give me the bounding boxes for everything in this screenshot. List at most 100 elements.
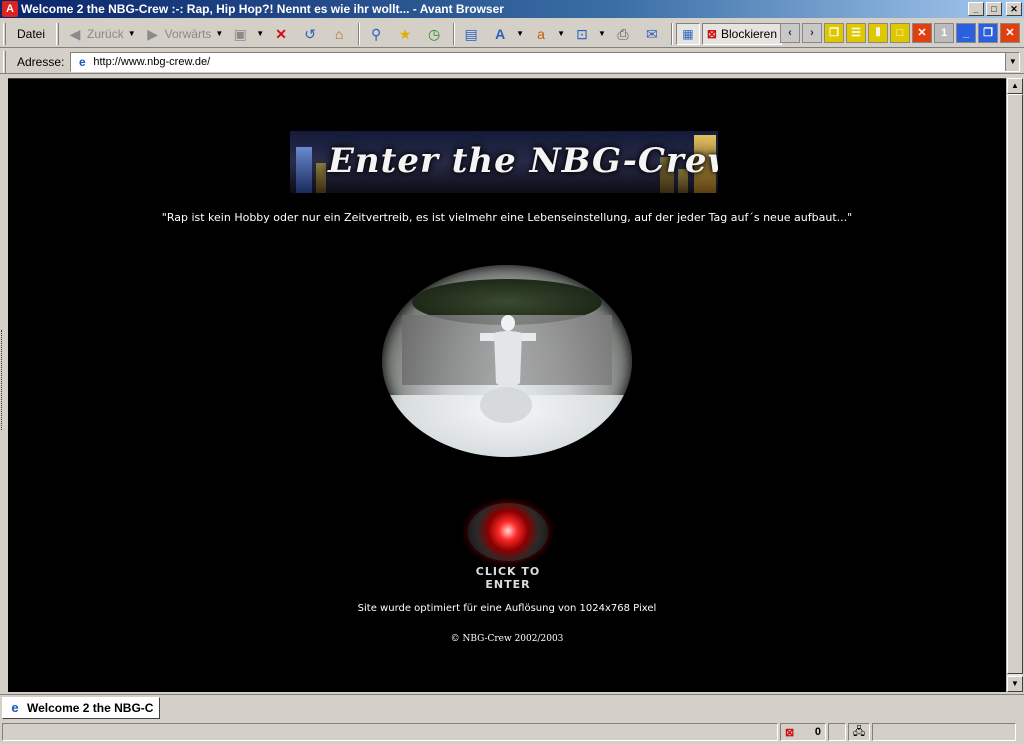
download-control-icon: ⊡ [576, 25, 588, 42]
window-list-icon: ▣ [233, 25, 247, 42]
banner-title: Enter the NBG-Crew [328, 141, 718, 181]
close-button[interactable]: ✕ [1006, 2, 1022, 16]
sidebar-handle[interactable] [1, 330, 6, 430]
back-arrow-icon: ◀ [69, 25, 81, 42]
chevron-down-icon[interactable]: ▼ [215, 29, 223, 38]
fullscreen-button[interactable]: ▤ [458, 22, 487, 46]
enter-label: CLICK TO ENTER [475, 565, 541, 591]
status-pane [828, 723, 846, 741]
minimize-tab-icon[interactable]: _ [956, 23, 976, 43]
site-banner: Enter the NBG-Crew [290, 131, 718, 193]
toolbar-grip[interactable] [3, 22, 6, 45]
tab-bar: e Welcome 2 the NBG-C [0, 694, 1024, 720]
stop-icon: ✕ [275, 25, 288, 42]
snow-figure [480, 315, 536, 423]
stop-button[interactable]: ✕ [268, 22, 297, 46]
block-icon: ⊠ [785, 726, 795, 739]
scroll-up-button[interactable]: ▲ [1007, 78, 1023, 94]
address-label: Adresse: [17, 54, 65, 69]
chevron-down-icon[interactable]: ▼ [256, 29, 264, 38]
favorites-button[interactable]: ★ [392, 22, 421, 46]
menu-file[interactable]: Datei [9, 25, 53, 43]
scroll-thumb[interactable] [1007, 94, 1023, 674]
url-value[interactable]: http://www.nbg-crew.de/ [93, 56, 1005, 68]
vertical-scrollbar[interactable]: ▲ ▼ [1006, 78, 1023, 692]
restore-tab-icon[interactable]: ❐ [978, 23, 998, 43]
page-icon: e [79, 54, 86, 69]
status-text-pane [2, 723, 778, 741]
history-button[interactable]: ◷ [421, 22, 450, 46]
popup-blocked-pane[interactable]: ⊠ 0 [780, 723, 826, 741]
quote-text: "Rap ist kein Hobby oder nur ein Zeitver… [161, 211, 853, 224]
toolbar-grip[interactable] [3, 50, 6, 73]
star-icon: ★ [398, 25, 412, 42]
close-all-icon[interactable]: ✕ [912, 23, 932, 43]
window-list-button[interactable]: ▣ ▼ [227, 22, 268, 46]
main-toolbar: Datei ◀ Zurück ▼ ▶ Vorwärts ▼ ▣ ▼ ✕ ↺ ⌂ … [0, 20, 1024, 48]
next-window-button[interactable]: › [802, 23, 822, 43]
toolbar-grip[interactable] [56, 22, 60, 45]
forward-button[interactable]: ▶ Vorwärts ▼ [140, 22, 228, 46]
chevron-down-icon[interactable]: ▼ [128, 29, 136, 38]
window-title: Welcome 2 the NBG-Crew :-: Rap, Hip Hop?… [21, 2, 504, 16]
printer-icon: ⎙ [617, 25, 629, 42]
address-bar: Adresse: e http://www.nbg-crew.de/ ▼ [0, 50, 1024, 74]
home-button[interactable]: ⌂ [326, 22, 355, 46]
avant-logo-icon: A [2, 1, 18, 17]
restore-all-icon[interactable]: □ [890, 23, 910, 43]
search-button[interactable]: ⚲ [363, 22, 392, 46]
history-icon: ◷ [428, 25, 441, 42]
block-label: Blockieren [720, 26, 778, 41]
chevron-down-icon[interactable]: ▼ [516, 29, 524, 38]
refresh-icon: ↺ [304, 25, 317, 42]
font-size-button[interactable]: A ▼ [487, 22, 528, 46]
snow-sculpture-photo [382, 265, 632, 457]
encoding-icon: a [537, 25, 545, 42]
tab-label: Welcome 2 the NBG-C [27, 700, 154, 715]
single-window-button[interactable]: 1 [934, 23, 954, 43]
copyright-text: © NBG-Crew 2002/2003 [450, 634, 564, 644]
image-icon: ▦ [682, 26, 694, 41]
download-control-button[interactable]: ⊡ ▼ [569, 22, 610, 46]
tab-welcome[interactable]: e Welcome 2 the NBG-C [2, 696, 161, 719]
chevron-down-icon[interactable]: ▼ [557, 29, 565, 38]
block-icon: ⊠ [706, 26, 717, 41]
chevron-down-icon[interactable]: ▼ [1005, 52, 1020, 71]
popup-block-button[interactable]: ⊠ Blockieren [701, 22, 783, 45]
mail-icon: ✉ [646, 25, 658, 42]
back-button[interactable]: ◀ Zurück ▼ [62, 22, 140, 46]
print-button[interactable]: ⎙ [610, 22, 639, 46]
search-icon: ⚲ [371, 25, 382, 42]
back-label: Zurück [87, 26, 124, 41]
minimize-button[interactable]: _ [968, 2, 984, 16]
scroll-down-button[interactable]: ▼ [1007, 676, 1023, 692]
window-icon: ▤ [464, 25, 478, 42]
status-bar: ⊠ 0 🖧 [0, 720, 1024, 744]
window-arrange-tools: ‹ › ❐ ☰ ⫴ □ ✕ 1 _ ❐ ✕ [780, 23, 1020, 43]
url-field[interactable]: e http://www.nbg-crew.de/ ▼ [70, 51, 1021, 72]
home-icon: ⌂ [334, 25, 344, 42]
maximize-button[interactable]: □ [986, 2, 1002, 16]
refresh-button[interactable]: ↺ [297, 22, 326, 46]
cascade-icon[interactable]: ❐ [824, 23, 844, 43]
encoding-button[interactable]: a ▼ [528, 22, 569, 46]
forward-label: Vorwärts [164, 26, 212, 41]
resolution-note: Site wurde optimiert für eine Auflösung … [357, 603, 657, 614]
prev-window-button[interactable]: ‹ [780, 23, 800, 43]
page-icon: e [11, 700, 19, 715]
zone-pane [872, 723, 1016, 741]
image-toggle-button[interactable]: ▦ [675, 22, 700, 45]
tile-vertical-icon[interactable]: ⫴ [868, 23, 888, 43]
network-icon[interactable]: 🖧 [848, 723, 870, 741]
font-size-icon: A [495, 25, 506, 42]
title-bar: A Welcome 2 the NBG-Crew :-: Rap, Hip Ho… [0, 0, 1024, 18]
enter-button[interactable]: CLICK TO ENTER [458, 503, 558, 591]
close-tab-icon[interactable]: ✕ [1000, 23, 1020, 43]
forward-arrow-icon: ▶ [147, 25, 159, 42]
tile-horizontal-icon[interactable]: ☰ [846, 23, 866, 43]
chevron-down-icon[interactable]: ▼ [598, 29, 606, 38]
skyline-building [316, 163, 326, 193]
skyline-building [296, 147, 312, 193]
mail-button[interactable]: ✉ [639, 22, 668, 46]
page-viewport: Enter the NBG-Crew "Rap ist kein Hobby o… [8, 78, 1006, 692]
